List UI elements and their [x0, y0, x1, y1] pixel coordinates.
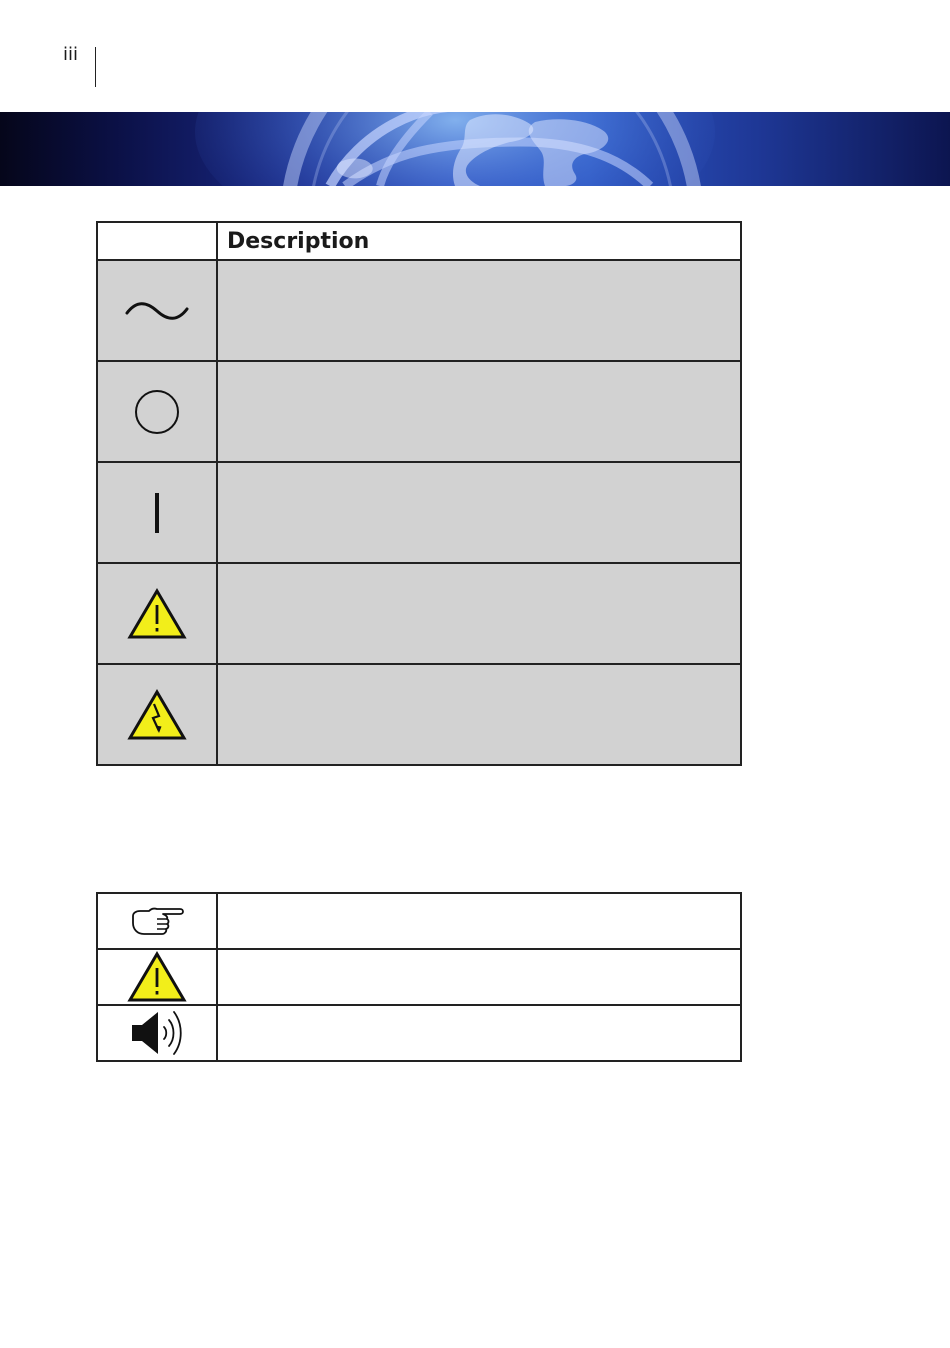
- description-cell: [216, 259, 742, 362]
- page-number: iii: [63, 44, 79, 65]
- table-row: [96, 360, 742, 463]
- symbol-cell: [96, 663, 218, 766]
- power-off-icon: [135, 389, 179, 434]
- description-cell: [216, 360, 742, 463]
- pointing-hand-note-icon: [132, 907, 184, 935]
- symbol-cell: [96, 892, 218, 950]
- page-number-divider: [95, 47, 96, 87]
- description-cell: [216, 663, 742, 766]
- symbol-cell: [96, 562, 218, 665]
- table-row: [96, 663, 742, 766]
- electric-shock-warning-icon: [127, 688, 187, 739]
- description-cell: [216, 948, 742, 1006]
- symbol-cell: [96, 948, 218, 1006]
- description-cell: [216, 1004, 742, 1062]
- description-cell: [216, 892, 742, 950]
- caution-warning-icon: [127, 587, 187, 638]
- globe-banner-graphic: [195, 112, 715, 186]
- alternating-current-icon: [125, 301, 189, 320]
- table-row: [96, 562, 742, 665]
- symbol-cell: [96, 259, 218, 362]
- description-cell: [216, 562, 742, 665]
- description-cell: [216, 461, 742, 564]
- table-row: [96, 892, 742, 950]
- table-row: [96, 461, 742, 564]
- symbol-cell: [96, 461, 218, 564]
- symbol-column-header: [96, 221, 218, 261]
- caution-warning-icon: [127, 951, 187, 1002]
- table-row: [96, 948, 742, 1006]
- header-banner: [0, 112, 950, 186]
- symbol-cell: [96, 1004, 218, 1062]
- notes-table: [96, 892, 742, 1062]
- symbol-cell: [96, 360, 218, 463]
- table-row: [96, 259, 742, 362]
- table-row: [96, 1004, 742, 1062]
- power-on-icon: [155, 492, 159, 533]
- symbols-table: Description: [96, 221, 742, 766]
- description-column-header: Description: [216, 221, 742, 261]
- speaker-sound-icon: [132, 1011, 182, 1055]
- symbols-table-header: Description: [96, 221, 742, 261]
